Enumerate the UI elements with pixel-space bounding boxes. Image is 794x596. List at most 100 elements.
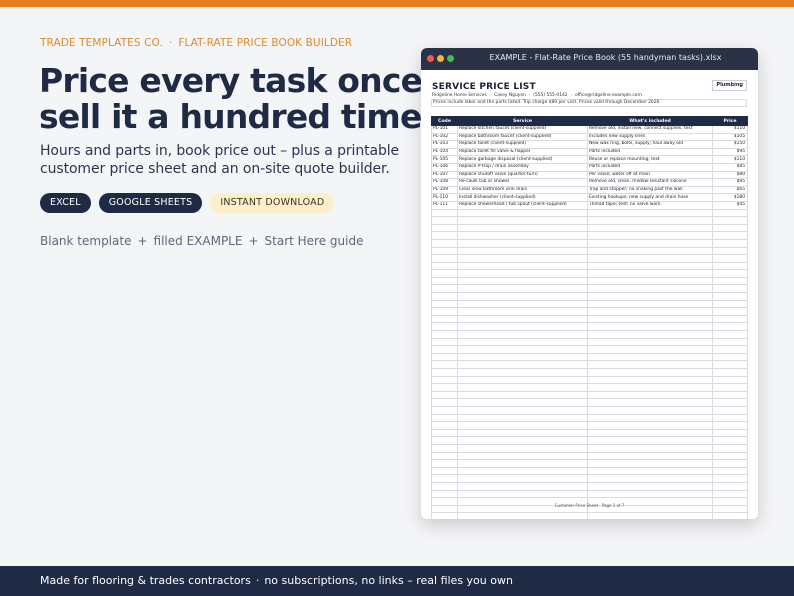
- cell-price[interactable]: [712, 383, 748, 392]
- cell-code[interactable]: PL-107: [431, 170, 458, 180]
- cell-service[interactable]: [457, 443, 588, 453]
- cell-included[interactable]: [587, 246, 713, 256]
- cell-price[interactable]: $110: [712, 155, 748, 164]
- cell-service[interactable]: [457, 345, 588, 354]
- cell-price[interactable]: [712, 231, 748, 240]
- cell-price[interactable]: [712, 292, 748, 301]
- cell-price[interactable]: [712, 337, 748, 347]
- cell-included[interactable]: Parts included: [587, 162, 713, 172]
- column-header-code[interactable]: Code: [431, 116, 458, 126]
- cell-included[interactable]: [587, 443, 713, 453]
- cell-price[interactable]: [712, 459, 748, 468]
- cell-price[interactable]: [712, 307, 748, 316]
- cell-code[interactable]: PL-108: [431, 178, 458, 187]
- cell-included[interactable]: [587, 459, 713, 468]
- cell-code[interactable]: [431, 512, 458, 519]
- cell-price[interactable]: [712, 390, 748, 400]
- cell-code[interactable]: [431, 428, 458, 438]
- cell-included[interactable]: [587, 436, 713, 445]
- cell-included[interactable]: [587, 398, 713, 407]
- cell-code[interactable]: [431, 360, 458, 369]
- cell-service[interactable]: [457, 428, 588, 438]
- cell-code[interactable]: [431, 390, 458, 400]
- cell-included[interactable]: [587, 466, 713, 476]
- cell-included[interactable]: [587, 299, 713, 309]
- cell-price[interactable]: $105: [712, 132, 748, 142]
- cell-included[interactable]: [587, 413, 713, 423]
- cell-service[interactable]: [457, 246, 588, 256]
- cell-code[interactable]: PL-106: [431, 162, 458, 172]
- cell-code[interactable]: [431, 261, 458, 271]
- cell-included[interactable]: [587, 284, 713, 294]
- cell-code[interactable]: [431, 436, 458, 445]
- cell-included[interactable]: [587, 428, 713, 438]
- cell-price[interactable]: [712, 375, 748, 385]
- cell-code[interactable]: [431, 459, 458, 468]
- cell-service[interactable]: [457, 337, 588, 347]
- cell-service[interactable]: [457, 421, 588, 430]
- cell-service[interactable]: [457, 481, 588, 491]
- cell-price[interactable]: [712, 428, 748, 438]
- cell-service[interactable]: [457, 489, 588, 499]
- cell-service[interactable]: Replace showerhead / tub spout (client-s…: [457, 200, 588, 210]
- cell-price[interactable]: [712, 360, 748, 369]
- cell-included[interactable]: [587, 352, 713, 362]
- cell-code[interactable]: [431, 383, 458, 392]
- cell-price[interactable]: $80: [712, 170, 748, 180]
- cell-code[interactable]: [431, 330, 458, 339]
- cell-price[interactable]: $150: [712, 140, 748, 149]
- cell-code[interactable]: [431, 208, 458, 218]
- cell-included[interactable]: [587, 383, 713, 392]
- cell-included[interactable]: [587, 375, 713, 385]
- cell-service[interactable]: Clear slow bathroom sink drain: [457, 185, 588, 195]
- cell-service[interactable]: [457, 276, 588, 286]
- cell-code[interactable]: [431, 314, 458, 324]
- cell-service[interactable]: [457, 368, 588, 377]
- cell-price[interactable]: [712, 421, 748, 430]
- cell-price[interactable]: [712, 413, 748, 423]
- cell-service[interactable]: [457, 405, 588, 415]
- cell-code[interactable]: [431, 231, 458, 240]
- cell-service[interactable]: [457, 261, 588, 271]
- cell-code[interactable]: [431, 345, 458, 354]
- cell-included[interactable]: [587, 489, 713, 499]
- cell-price[interactable]: [712, 489, 748, 499]
- cell-price[interactable]: [712, 451, 748, 461]
- cell-price[interactable]: [712, 405, 748, 415]
- cell-price[interactable]: [712, 216, 748, 225]
- cell-included[interactable]: Existing hookups; new supply and drain h…: [587, 193, 713, 202]
- cell-included[interactable]: [587, 474, 713, 483]
- cell-included[interactable]: [587, 405, 713, 415]
- cell-service[interactable]: Replace kitchen faucet (client-supplied): [457, 125, 588, 134]
- cell-included[interactable]: [587, 216, 713, 225]
- cell-service[interactable]: [457, 474, 588, 483]
- cell-included[interactable]: [587, 276, 713, 286]
- cell-code[interactable]: PL-103: [431, 140, 458, 149]
- cell-service[interactable]: Replace P-trap / drain assembly: [457, 162, 588, 172]
- cell-service[interactable]: [457, 436, 588, 445]
- cell-included[interactable]: [587, 330, 713, 339]
- cell-price[interactable]: $110: [712, 125, 748, 134]
- cell-included[interactable]: [587, 390, 713, 400]
- cell-price[interactable]: $65: [712, 185, 748, 195]
- cell-included[interactable]: Reuse or replace mounting; test: [587, 155, 713, 164]
- cell-included[interactable]: Remove old, install new, connect supplie…: [587, 125, 713, 134]
- cell-code[interactable]: [431, 254, 458, 263]
- cell-code[interactable]: PL-104: [431, 147, 458, 157]
- cell-code[interactable]: [431, 421, 458, 430]
- cell-service[interactable]: [457, 223, 588, 233]
- cell-included[interactable]: [587, 512, 713, 519]
- cell-price[interactable]: [712, 330, 748, 339]
- cell-code[interactable]: PL-111: [431, 200, 458, 210]
- cell-code[interactable]: [431, 307, 458, 316]
- cell-code[interactable]: [431, 216, 458, 225]
- cell-included[interactable]: [587, 254, 713, 263]
- cell-service[interactable]: [457, 269, 588, 278]
- cell-service[interactable]: [457, 360, 588, 369]
- cell-price[interactable]: [712, 238, 748, 248]
- cell-price[interactable]: [712, 269, 748, 278]
- cell-price[interactable]: [712, 474, 748, 483]
- cell-included[interactable]: [587, 481, 713, 491]
- cell-included[interactable]: [587, 238, 713, 248]
- cell-included[interactable]: [587, 421, 713, 430]
